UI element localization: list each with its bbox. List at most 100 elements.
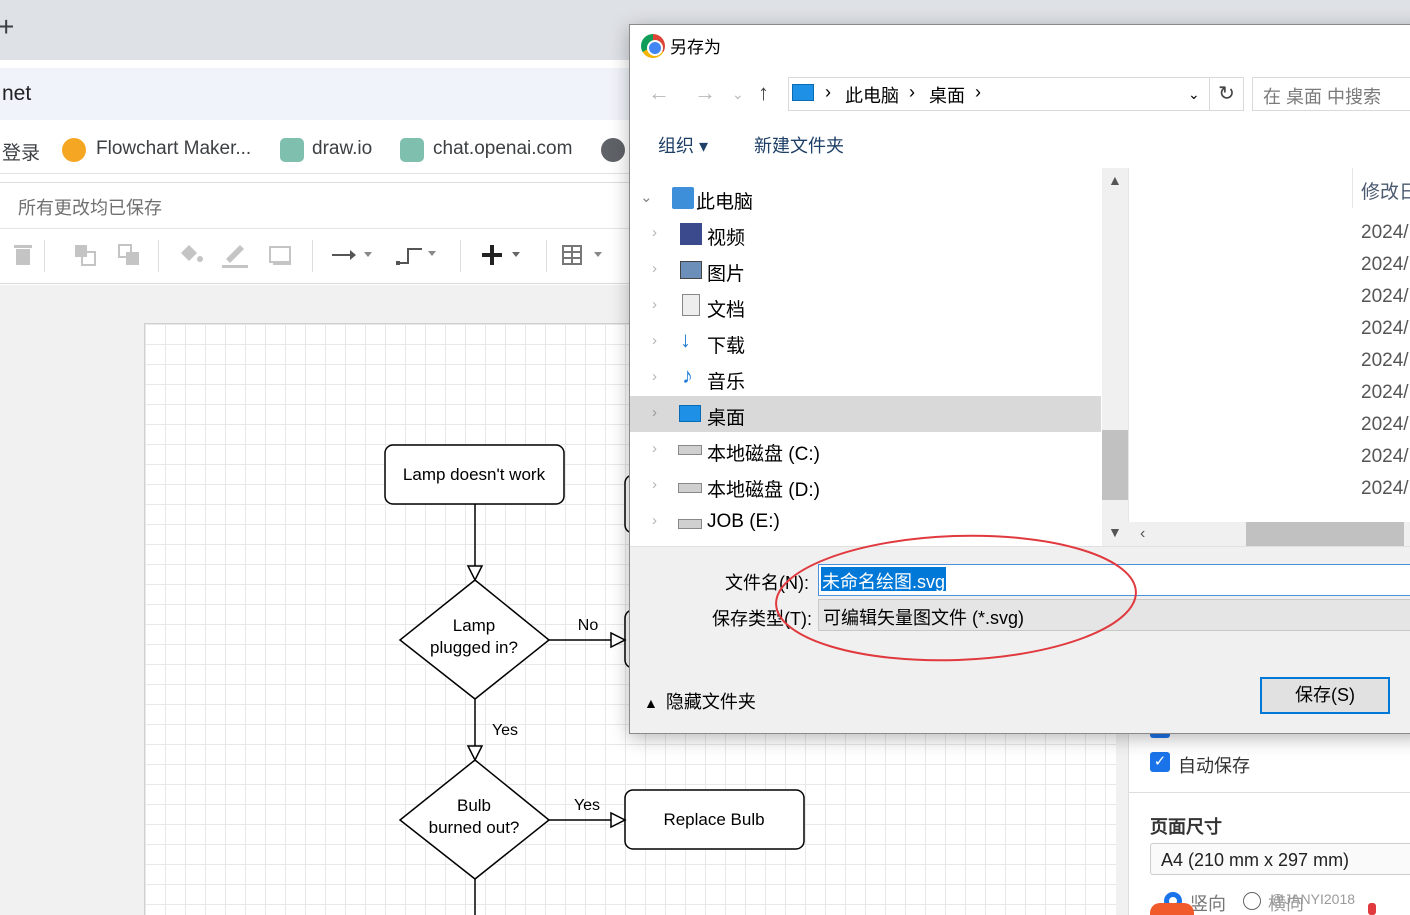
tree-label: 本地磁盘 (C:) — [707, 444, 820, 465]
hide-folders-button[interactable]: ▲ 隐藏文件夹 — [644, 688, 756, 714]
file-date: 2024/ — [1361, 286, 1409, 307]
chevron-right-icon[interactable]: › — [652, 476, 657, 493]
panel-divider — [1128, 792, 1410, 793]
tree-label: 文档 — [707, 300, 746, 321]
node-label: Replace Bulb — [663, 810, 764, 829]
arrowhead — [610, 631, 627, 649]
filetype-select[interactable]: 可编辑矢量图文件 (*.svg) — [818, 599, 1410, 631]
recent-dropdown-icon[interactable]: ⌄ — [732, 86, 744, 103]
dialog-title: 另存为 — [670, 38, 721, 57]
notification-dot-icon — [1368, 903, 1376, 915]
tree-label: 视频 — [707, 228, 746, 249]
document-icon — [682, 294, 700, 316]
up-arrow-icon[interactable]: ↑ — [758, 80, 769, 106]
tree-label: 图片 — [707, 264, 746, 285]
refresh-icon[interactable]: ↻ — [1210, 77, 1244, 111]
tree-item-desktop[interactable]: › 桌面 — [630, 396, 1101, 432]
scroll-left-icon[interactable]: ‹ — [1140, 525, 1145, 543]
new-folder-button[interactable]: 新建文件夹 — [754, 132, 844, 158]
watermark: @JANYI2018 — [1270, 891, 1356, 907]
tree-scrollbar-thumb[interactable] — [1102, 430, 1128, 500]
scroll-down-icon[interactable]: ▼ — [1108, 524, 1122, 540]
breadcrumb-desktop[interactable]: 桌面 — [929, 82, 965, 108]
tree-item-music[interactable]: › ♪ 音乐 — [630, 360, 1102, 396]
breadcrumb-separator: › — [909, 82, 915, 102]
chevron-down-icon[interactable]: ⌄ — [1188, 86, 1200, 103]
tree-label: 此电脑 — [696, 192, 754, 213]
drive-icon — [678, 445, 702, 455]
drive-warning-icon — [678, 519, 702, 529]
chevron-right-icon[interactable]: › — [652, 368, 657, 385]
chevron-right-icon[interactable]: › — [652, 332, 657, 349]
file-date: 2024/ — [1361, 350, 1409, 371]
chevron-right-icon[interactable]: › — [652, 440, 657, 457]
file-date: 2024/ — [1361, 446, 1409, 467]
chevron-up-icon: ▲ — [644, 695, 658, 711]
tree-item-videos[interactable]: › 视频 — [630, 216, 1102, 252]
tree-item-documents[interactable]: › 文档 — [630, 288, 1102, 324]
breadcrumb-separator: › — [975, 82, 981, 102]
chevron-down-icon[interactable]: ⌄ — [640, 188, 653, 206]
tree-label: 音乐 — [707, 372, 746, 393]
portrait-label: 竖向 — [1190, 894, 1226, 914]
chevron-right-icon[interactable]: › — [652, 224, 657, 241]
app-logo-icon — [1150, 903, 1194, 915]
save-button[interactable]: 保存(S) — [1260, 677, 1390, 714]
filetype-label: 保存类型(T): — [712, 609, 812, 629]
filename-label: 文件名(N): — [725, 573, 809, 593]
node-label: Lamp doesn't work — [403, 465, 546, 484]
edge-label: No — [578, 617, 599, 634]
video-icon — [680, 223, 702, 245]
scroll-up-icon[interactable]: ▲ — [1108, 172, 1122, 188]
breadcrumb-separator: › — [825, 82, 831, 102]
tree-item-downloads[interactable]: › ↓ 下载 — [630, 324, 1102, 360]
column-header-label: 修改日 — [1361, 182, 1410, 203]
page-size-heading: 页面尺寸 — [1150, 817, 1222, 837]
tree-label: 下载 — [707, 336, 746, 357]
breadcrumb-this-pc[interactable]: 此电脑 — [845, 82, 899, 108]
tree-label: 桌面 — [707, 408, 746, 429]
tree-item-pictures[interactable]: › 图片 — [630, 252, 1102, 288]
filename-value: 未命名绘图.svg — [821, 567, 947, 592]
organize-button[interactable]: 组织 ▾ — [658, 132, 708, 158]
tree-item-drive-e[interactable]: › JOB (E:) — [630, 504, 1102, 540]
forward-arrow-icon[interactable]: → — [694, 80, 716, 106]
page-size-select[interactable]: A4 (210 mm x 297 mm) — [1150, 843, 1410, 875]
file-date: 2024/ — [1361, 318, 1409, 339]
node-label: burned out? — [429, 818, 520, 837]
tree-item-drive-d[interactable]: › 本地磁盘 (D:) — [630, 468, 1102, 504]
autosave-label: 自动保存 — [1178, 756, 1250, 776]
music-icon: ♪ — [682, 363, 693, 388]
computer-icon — [672, 187, 694, 209]
search-input[interactable]: 在 桌面 中搜索 — [1252, 77, 1410, 111]
arrowhead — [466, 565, 484, 582]
list-scrollbar-thumb[interactable] — [1246, 522, 1404, 546]
file-date: 2024/ — [1361, 222, 1409, 243]
drive-icon — [678, 483, 702, 493]
node-label: Lamp — [453, 616, 496, 635]
edge-label: Yes — [574, 797, 600, 814]
tree-label: 本地磁盘 (D:) — [707, 480, 820, 501]
chrome-icon — [641, 34, 665, 58]
arrowhead — [466, 745, 484, 762]
node-label: plugged in? — [430, 638, 518, 657]
autosave-checkbox[interactable]: ✓ — [1150, 752, 1170, 772]
back-arrow-icon[interactable]: ← — [648, 80, 670, 106]
file-date: 2024/ — [1361, 254, 1409, 275]
arrowhead — [610, 811, 627, 829]
file-date: 2024/ — [1361, 478, 1409, 499]
landscape-radio[interactable] — [1243, 892, 1261, 910]
screen: { "browser": { "new_tab_glyph": "+", "ad… — [0, 0, 1410, 915]
download-icon: ↓ — [680, 327, 691, 352]
tree-item-drive-c[interactable]: › 本地磁盘 (C:) — [630, 432, 1102, 468]
chevron-right-icon[interactable]: › — [652, 512, 657, 529]
chevron-right-icon[interactable]: › — [652, 404, 657, 421]
edge-label: Yes — [492, 722, 518, 739]
file-date: 2024/ — [1361, 414, 1409, 435]
desktop-icon — [679, 405, 701, 422]
tree-label: JOB (E:) — [707, 511, 780, 532]
chevron-right-icon[interactable]: › — [652, 260, 657, 277]
tree-item-this-pc[interactable]: ⌄ 此电脑 — [630, 180, 1102, 216]
chevron-right-icon[interactable]: › — [652, 296, 657, 313]
desktop-folder-icon — [792, 84, 814, 101]
